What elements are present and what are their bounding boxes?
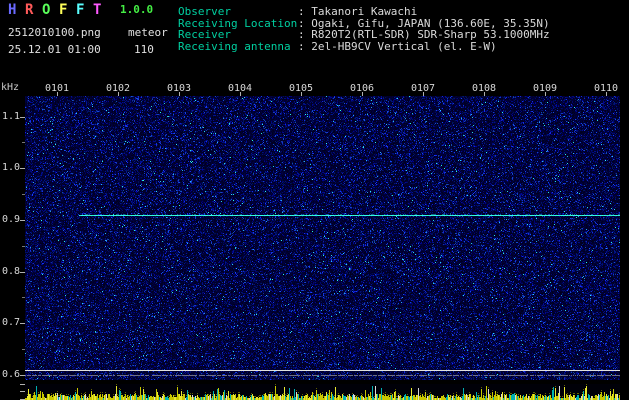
x-tick-label: 0108: [471, 83, 497, 94]
output-filename: 2512010100.png: [8, 26, 101, 39]
x-tick-label: 0101: [44, 83, 70, 94]
title-letter: T: [93, 2, 102, 18]
count-value: 110: [134, 43, 154, 56]
x-tick-label: 0104: [227, 83, 253, 94]
info-value: : 2el-HB9CV Vertical (el. E-W): [298, 39, 497, 53]
app-title: H R O F F T 1.0.0: [8, 2, 153, 18]
x-tick-label: 0109: [532, 83, 558, 94]
info-label: Observer: [178, 5, 231, 18]
y-tick-label: 0.7: [1, 317, 20, 329]
x-tick-label: 0105: [288, 83, 314, 94]
title-letter: H: [8, 2, 17, 18]
app-title-letters: HROFFT: [8, 2, 110, 18]
timestamp: 25.12.01 01:00: [8, 43, 101, 56]
hrofft-spectrogram-window: H R O F F T 1.0.0 2512010100.png meteor 25.12.…: [0, 0, 629, 400]
spectrogram-canvas: [25, 96, 620, 380]
title-letter: O: [42, 2, 51, 18]
info-label: Receiving antenna: [178, 39, 291, 53]
y-tick-label: 0.6: [1, 368, 20, 380]
x-tick-label: 0110: [593, 83, 619, 94]
app-version: 1.0.0: [120, 3, 154, 16]
y-tick-label: 0.8: [1, 265, 20, 277]
x-tick-label: 0102: [105, 83, 131, 94]
x-tick-label: 0107: [410, 83, 436, 94]
x-tick-label: 0106: [349, 83, 375, 94]
y-tick-label: 1.0: [1, 162, 20, 174]
station-info: Observer: Takanori Kawachi Receiving Loca…: [178, 6, 550, 52]
signal-level-strip-canvas: [25, 384, 620, 400]
info-line: Receiving antenna : 2el-HB9CV Vertical (e…: [178, 39, 550, 53]
x-tick-label: 0103: [166, 83, 192, 94]
y-tick-label: 0.9: [1, 213, 20, 225]
title-letter: R: [25, 2, 34, 18]
mode-label: meteor: [128, 26, 168, 39]
title-letter: F: [59, 2, 68, 18]
y-tick-label: 1.1: [1, 110, 20, 122]
info-label: Receiver: [178, 28, 231, 41]
y-axis-unit: kHz: [1, 82, 20, 93]
title-letter: F: [76, 2, 85, 18]
